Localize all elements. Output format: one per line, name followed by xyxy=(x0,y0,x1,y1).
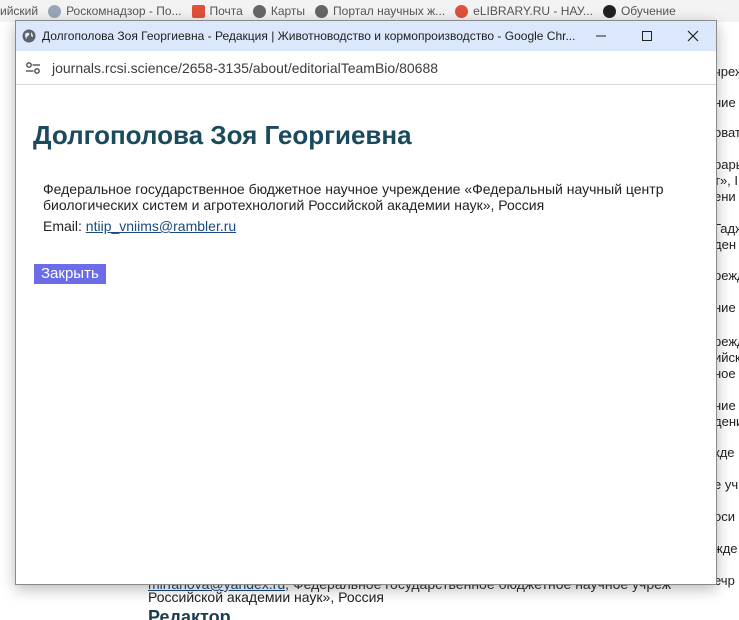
maximize-icon xyxy=(642,31,652,41)
window-titlebar[interactable]: Долгополова Зоя Георгиевна - Редакция | … xyxy=(16,21,716,51)
maximize-button[interactable] xyxy=(624,21,670,51)
bookmark-item[interactable]: Обучение xyxy=(602,4,676,18)
close-window-button[interactable] xyxy=(670,21,716,51)
email-row: Email: ntiip_vniims@rambler.ru xyxy=(43,218,236,234)
bookmark-item[interactable]: eLIBRARY.RU - НАУ... xyxy=(455,4,593,18)
minimize-icon xyxy=(596,35,606,37)
background-page-text: чрежд ние оват рарь т», І ени Гадж ден р… xyxy=(714,64,739,588)
bookmark-item[interactable]: Портал научных ж... xyxy=(315,4,445,18)
page-content: Долгополова Зоя Георгиевна Федеральное г… xyxy=(16,85,716,584)
close-icon xyxy=(687,30,699,42)
bookmark-item[interactable]: Роскомнадзор - По... xyxy=(48,4,182,18)
elibrary-icon xyxy=(455,4,469,18)
bookmark-item[interactable]: ийский xyxy=(0,4,38,18)
popup-window: Долгополова Зоя Георгиевна - Редакция | … xyxy=(15,20,717,585)
openai-icon xyxy=(602,4,616,18)
page-title: Долгополова Зоя Георгиевна xyxy=(33,120,412,150)
email-link[interactable]: ntiip_vniims@rambler.ru xyxy=(86,218,236,234)
site-info-button[interactable] xyxy=(24,59,42,77)
mail-icon xyxy=(191,4,205,18)
emblem-icon xyxy=(48,4,62,18)
tune-icon xyxy=(26,61,40,74)
globe-icon xyxy=(22,29,36,43)
globe-icon xyxy=(252,4,266,18)
close-button[interactable]: Закрыть xyxy=(34,264,106,284)
affiliation-text: Федеральное государственное бюджетное на… xyxy=(43,181,664,213)
background-bookmarks-bar: ийский Роскомнадзор - По... Почта Карты … xyxy=(0,0,739,22)
window-title: Долгополова Зоя Георгиевна - Редакция | … xyxy=(42,29,576,43)
background-page-bottom: mirfanova@yandex.ru, Федеральное государ… xyxy=(148,583,739,620)
minimize-button[interactable] xyxy=(578,21,624,51)
globe-icon xyxy=(315,4,329,18)
bookmark-item[interactable]: Почта xyxy=(191,4,243,18)
address-bar[interactable]: journals.rcsi.science/2658-3135/about/ed… xyxy=(16,51,716,85)
email-label: Email: xyxy=(43,218,86,234)
url-text[interactable]: journals.rcsi.science/2658-3135/about/ed… xyxy=(52,60,438,76)
bookmark-item[interactable]: Карты xyxy=(252,4,305,18)
